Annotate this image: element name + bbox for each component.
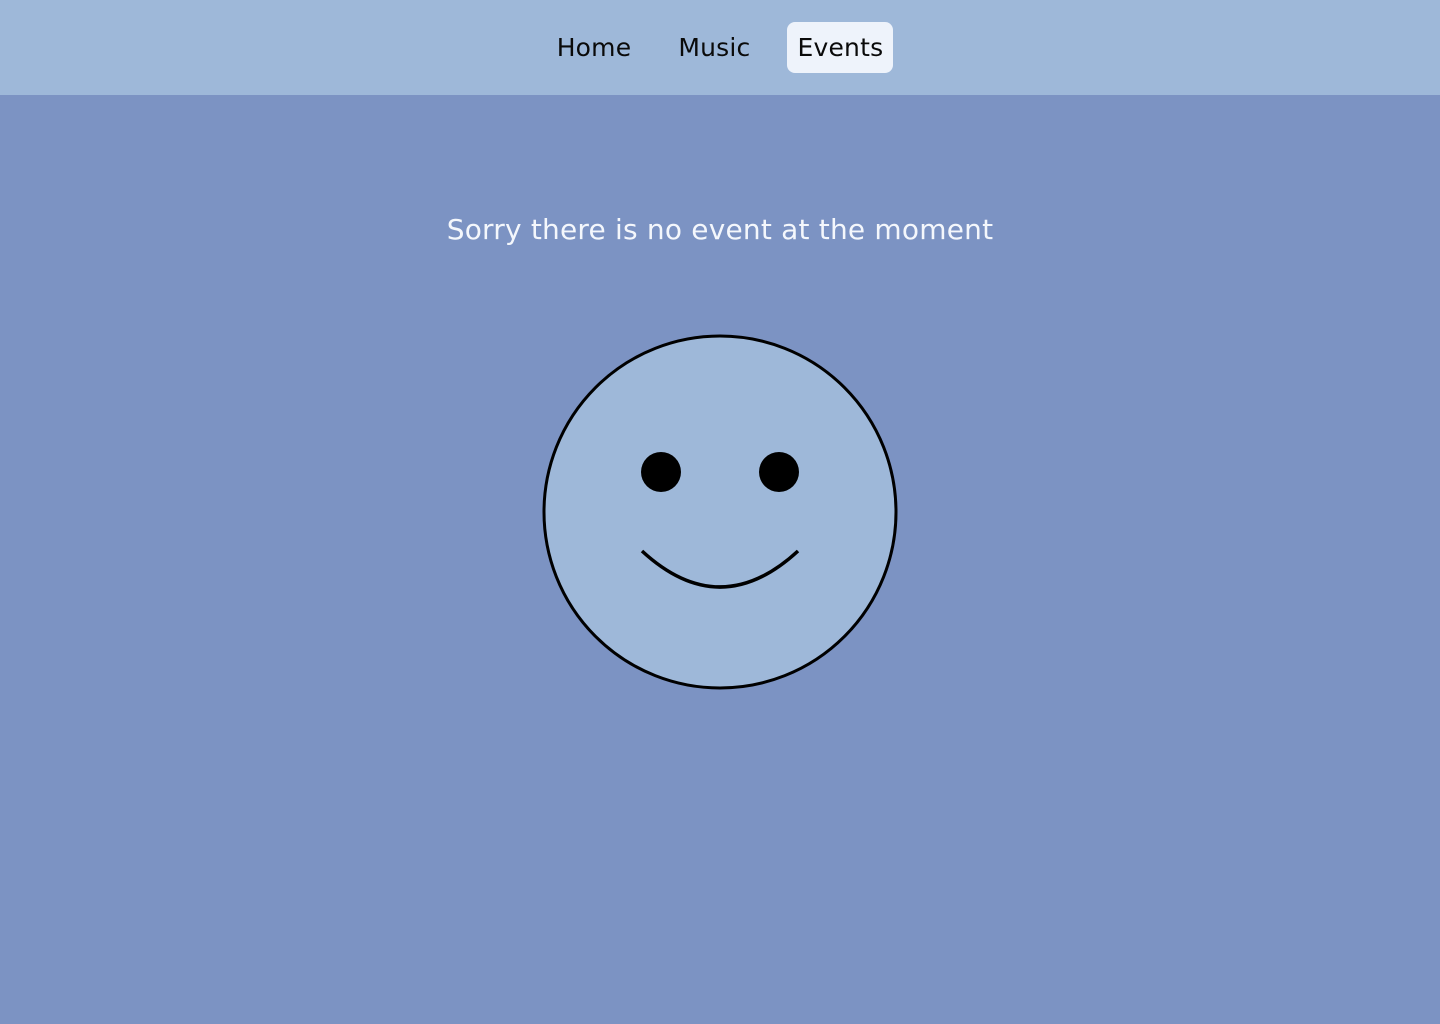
nav-item-home[interactable]: Home — [547, 22, 642, 73]
right-eye — [759, 452, 799, 492]
nav-item-events[interactable]: Events — [787, 22, 894, 73]
smiley-face-icon — [542, 334, 898, 690]
face-circle — [542, 334, 898, 690]
no-events-message: Sorry there is no event at the moment — [446, 213, 994, 246]
main-nav: Home Music Events — [0, 22, 1440, 73]
top-nav-bar: Home Music Events — [0, 0, 1440, 95]
nav-item-music[interactable]: Music — [668, 22, 760, 73]
left-eye — [641, 452, 681, 492]
